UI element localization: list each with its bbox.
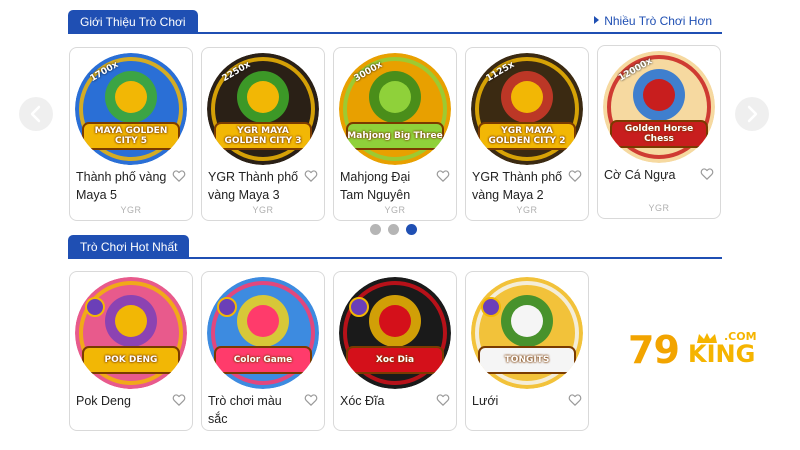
- carousel-prev-button[interactable]: [19, 97, 53, 131]
- favorite-heart-icon[interactable]: [436, 169, 450, 183]
- brand-number: 79: [628, 328, 680, 372]
- favorite-heart-icon[interactable]: [304, 393, 318, 407]
- game-title: Pok Deng: [76, 394, 131, 408]
- brand-name: KING: [688, 340, 756, 368]
- favorite-heart-icon[interactable]: [568, 393, 582, 407]
- caret-right-icon: [594, 16, 600, 24]
- carousel-dot[interactable]: [370, 224, 381, 235]
- coins-plate-icon[interactable]: Xoc Dia: [339, 277, 451, 389]
- favorite-heart-icon[interactable]: [172, 169, 186, 183]
- game-art-title: Xoc Dia: [375, 355, 415, 365]
- game-card[interactable]: TONGITS Lưới: [465, 271, 589, 431]
- color-cubes-icon[interactable]: Color Game: [207, 277, 319, 389]
- intro-section-header: Giới Thiệu Trò Chơi Nhiều Trò Chơi Hơn: [68, 10, 722, 34]
- playing-cards-icon[interactable]: POK DENG: [75, 277, 187, 389]
- more-games-label: Nhiều Trò Chơi Hơn: [604, 14, 712, 28]
- game-card[interactable]: YGR MAYA GOLDEN CITY 2 1125x YGR Thành phố…: [465, 47, 589, 221]
- game-title: Lưới: [472, 394, 499, 408]
- favorite-heart-icon[interactable]: [568, 169, 582, 183]
- game-art-title: Color Game: [233, 355, 293, 365]
- hot-section-header: Trò Chơi Hot Nhất: [68, 235, 722, 259]
- more-games-link[interactable]: Nhiều Trò Chơi Hơn: [594, 14, 712, 28]
- golden-eagle-icon[interactable]: MAYA GOLDEN CITY 5 1700x: [75, 53, 187, 165]
- game-card[interactable]: POK DENG Pok Deng: [69, 271, 193, 431]
- game-provider: YGR: [384, 205, 406, 215]
- hot-section-title: Trò Chơi Hot Nhất: [68, 235, 190, 259]
- game-title: YGR Thành phố vàng Maya 2: [472, 170, 563, 202]
- game-title: Xóc Đĩa: [340, 394, 385, 408]
- horse-heads-icon[interactable]: Golden Horse Chess 12000x: [603, 51, 715, 163]
- game-title: Mahjong Đại Tam Nguyên: [340, 170, 411, 202]
- game-card[interactable]: YGR MAYA GOLDEN CITY 3 2250x YGR Thành phố…: [201, 47, 325, 221]
- game-title: Cờ Cá Ngựa: [604, 168, 676, 182]
- game-card[interactable]: Mahjong Big Three 3000x Mahjong Đại Tam Ng…: [333, 47, 457, 221]
- game-card[interactable]: Xoc Dia Xóc Đĩa: [333, 271, 457, 431]
- game-art-title: MAYA GOLDEN CITY 5: [94, 126, 168, 146]
- game-art-title: Mahjong Big Three: [347, 131, 443, 141]
- chevron-right-icon: [747, 105, 758, 123]
- game-card[interactable]: MAYA GOLDEN CITY 5 1700x Thành phố vàng Ma…: [69, 47, 193, 221]
- game-art-title: POK DENG: [104, 355, 158, 365]
- game-title: Thành phố vàng Maya 5: [76, 170, 167, 202]
- brand-suffix: .COM: [724, 330, 757, 343]
- maya-mask-icon[interactable]: YGR MAYA GOLDEN CITY 3 2250x: [207, 53, 319, 165]
- carousel-dot-active[interactable]: [406, 224, 417, 235]
- chevron-left-icon: [30, 105, 41, 123]
- favorite-heart-icon[interactable]: [700, 167, 714, 181]
- game-provider: YGR: [120, 205, 142, 215]
- mahjong-tiles-icon[interactable]: Mahjong Big Three 3000x: [339, 53, 451, 165]
- carousel-dot[interactable]: [388, 224, 399, 235]
- game-card[interactable]: Golden Horse Chess 12000x Cờ Cá Ngựa YGR: [597, 45, 721, 219]
- favorite-heart-icon[interactable]: [172, 393, 186, 407]
- maya-sun-disc-icon[interactable]: YGR MAYA GOLDEN CITY 2 1125x: [471, 53, 583, 165]
- game-art-title: Golden Horse Chess: [624, 124, 694, 144]
- favorite-heart-icon[interactable]: [304, 169, 318, 183]
- favorite-heart-icon[interactable]: [436, 393, 450, 407]
- game-card[interactable]: Color Game Trò chơi màu sắc: [201, 271, 325, 431]
- game-art-title: TONGITS: [504, 355, 550, 365]
- game-provider: YGR: [252, 205, 274, 215]
- carousel-next-button[interactable]: [735, 97, 769, 131]
- game-provider: YGR: [516, 205, 538, 215]
- game-title: Trò chơi màu sắc: [208, 394, 282, 426]
- brand-logo: 79 KING .COM: [628, 328, 757, 372]
- game-art-title: YGR MAYA GOLDEN CITY 2: [488, 126, 566, 146]
- game-art-title: YGR MAYA GOLDEN CITY 3: [224, 126, 302, 146]
- intro-section-title: Giới Thiệu Trò Chơi: [68, 10, 198, 34]
- game-provider: YGR: [648, 203, 670, 213]
- card-fan-icon[interactable]: TONGITS: [471, 277, 583, 389]
- game-title: YGR Thành phố vàng Maya 3: [208, 170, 299, 202]
